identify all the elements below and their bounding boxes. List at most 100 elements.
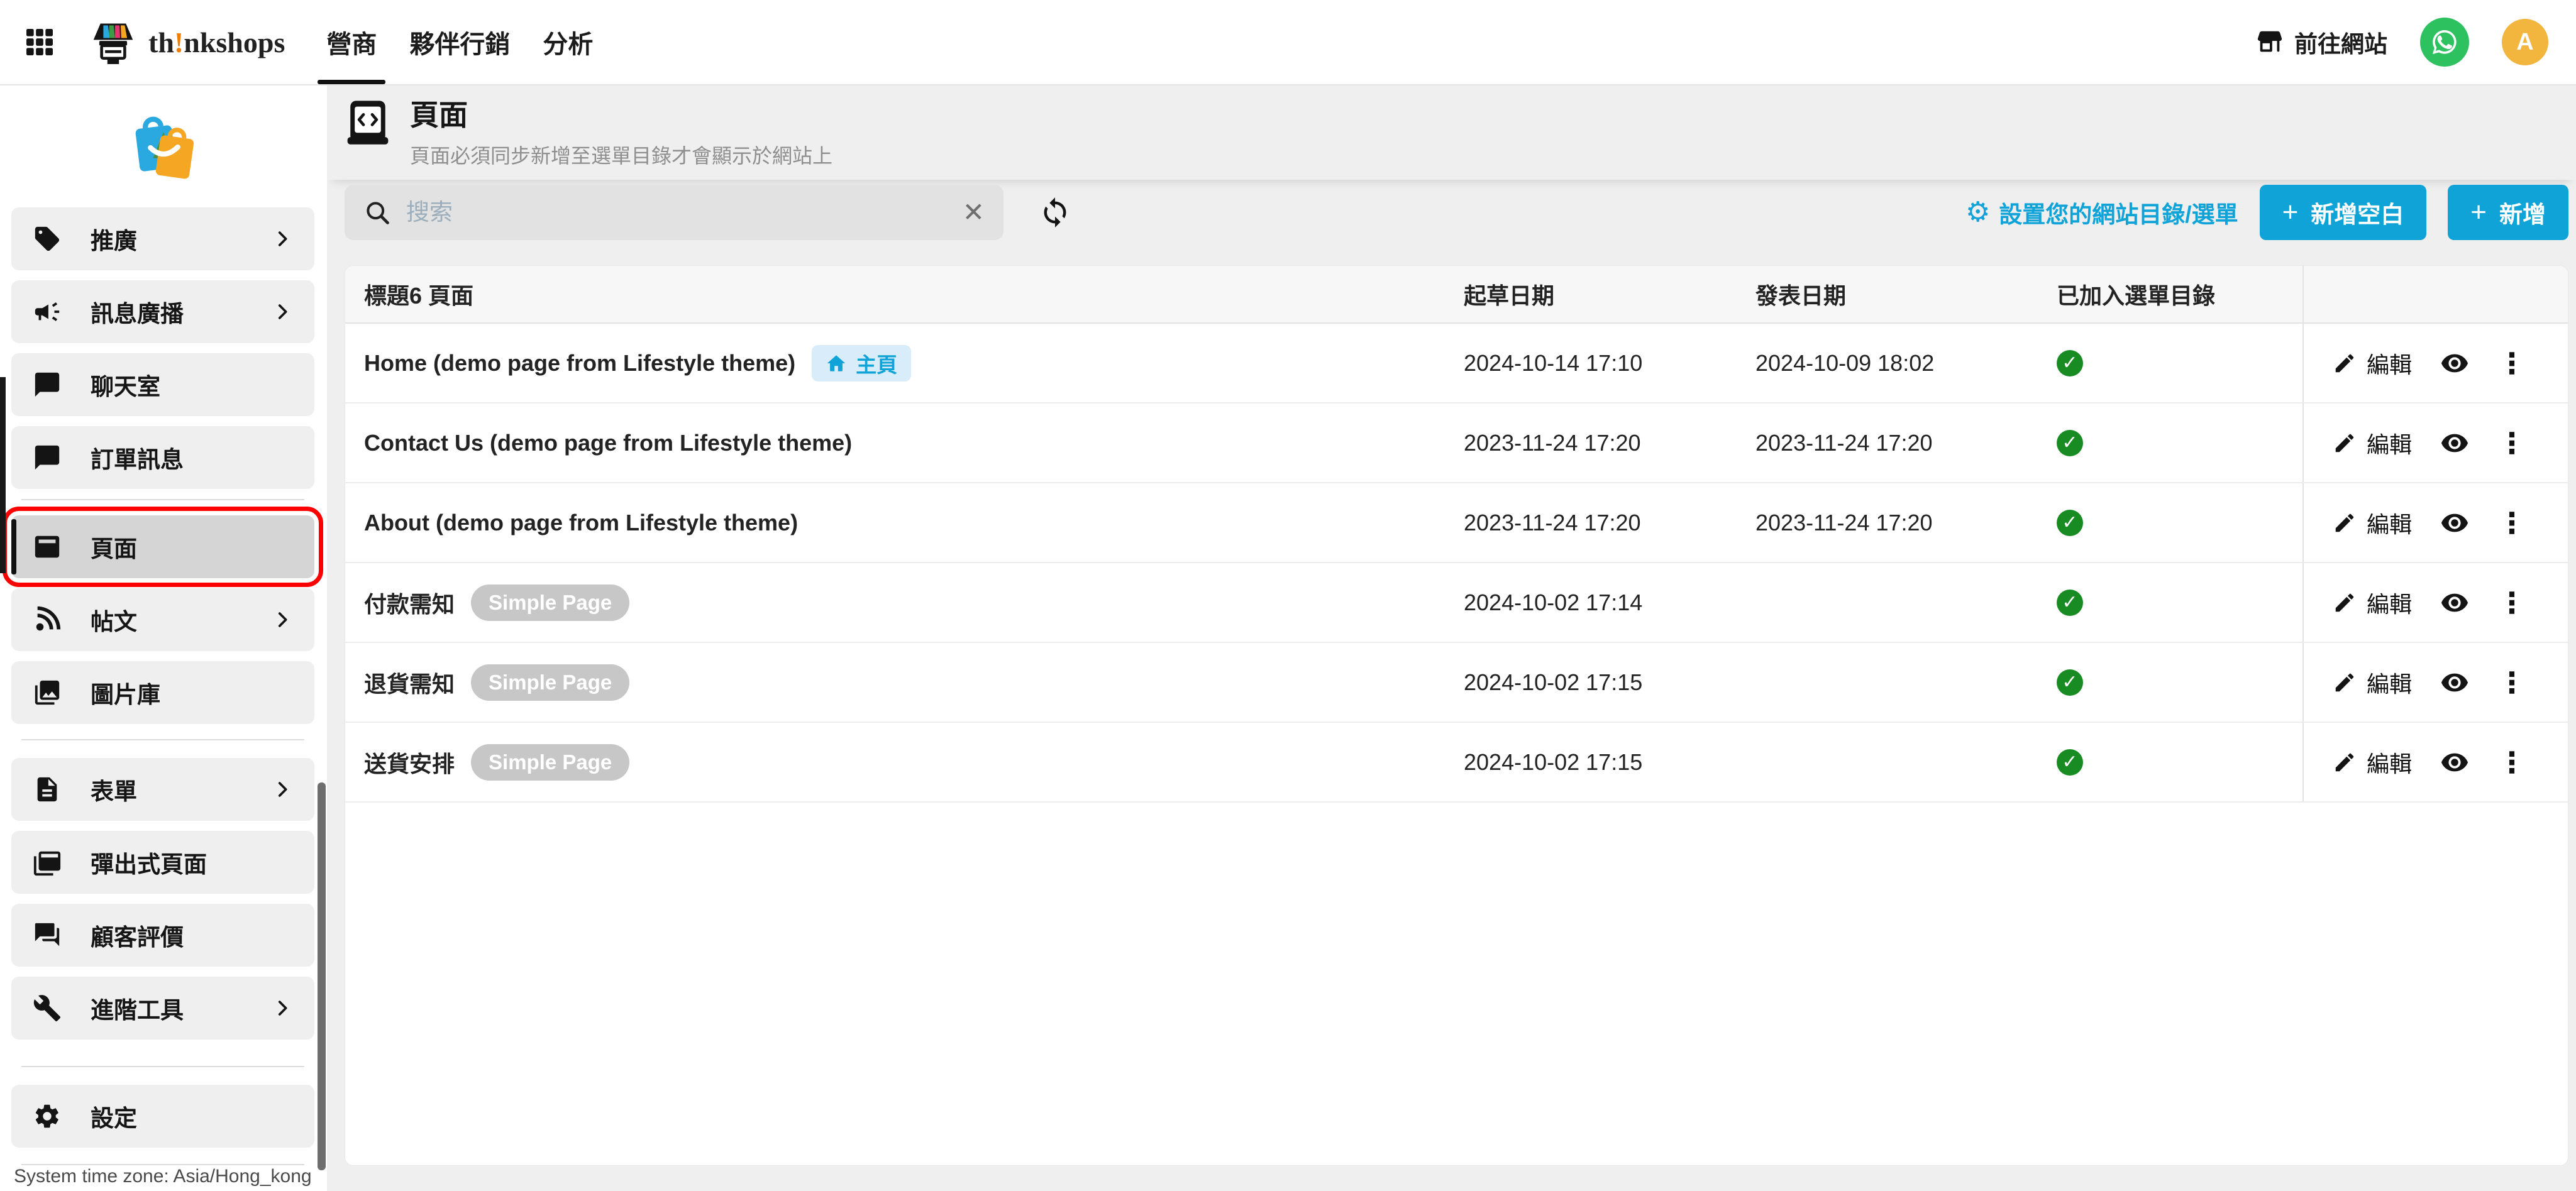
preview-eye-icon[interactable] bbox=[2440, 588, 2469, 617]
simple-page-badge: Simple Page bbox=[471, 744, 629, 781]
brand-name: th!nkshops bbox=[148, 26, 285, 59]
edit-label: 編輯 bbox=[2367, 746, 2412, 779]
actions-cell: 編輯 ⋮ bbox=[2302, 643, 2568, 722]
search-input[interactable] bbox=[405, 199, 963, 226]
page-row-title: Home (demo page from Lifestyle theme) bbox=[364, 350, 795, 376]
clear-search-icon[interactable]: ✕ bbox=[963, 199, 985, 226]
sidebar-item-image-library[interactable]: 圖片庫 bbox=[11, 661, 314, 724]
header-actions bbox=[2302, 266, 2568, 322]
shopping-bags-logo-icon bbox=[124, 107, 202, 185]
search-icon bbox=[363, 199, 391, 226]
in-menu-check-icon: ✓ bbox=[2057, 350, 2083, 376]
sidebar-item-posts[interactable]: 帖文 bbox=[11, 588, 314, 651]
sidebar-item-label: 顧客評價 bbox=[91, 918, 184, 952]
sidebar-item-popup-pages[interactable]: 彈出式頁面 bbox=[11, 831, 314, 894]
in-menu-cell: ✓ bbox=[2057, 590, 2302, 616]
page-row-title: Contact Us (demo page from Lifestyle the… bbox=[364, 430, 852, 456]
tag-icon bbox=[33, 224, 62, 253]
sidebar-item-customer-reviews[interactable]: 顧客評價 bbox=[11, 904, 314, 967]
add-button[interactable]: + 新增 bbox=[2448, 185, 2568, 240]
more-options-icon[interactable]: ⋮ bbox=[2497, 508, 2526, 537]
tab-analytics[interactable]: 分析 bbox=[526, 0, 609, 84]
setup-site-menu-link[interactable]: ⚙ 設置您的網站目錄/選單 bbox=[1965, 195, 2238, 229]
more-options-icon[interactable]: ⋮ bbox=[2497, 748, 2526, 777]
in-menu-cell: ✓ bbox=[2057, 430, 2302, 456]
image-library-icon bbox=[33, 678, 62, 707]
form-document-icon bbox=[33, 775, 62, 804]
sidebar-item-chatroom[interactable]: 聊天室 bbox=[11, 353, 314, 416]
sidebar: 推廣 訊息廣播 聊天室 訂單訊息 頁面 帖文 圖片庫 bbox=[0, 85, 327, 1191]
plus-icon: + bbox=[2470, 199, 2487, 226]
avatar-letter: A bbox=[2516, 29, 2533, 56]
edit-button[interactable]: 編輯 bbox=[2333, 507, 2412, 539]
more-options-icon[interactable]: ⋮ bbox=[2497, 349, 2526, 378]
header-draft-date: 起草日期 bbox=[1464, 278, 1755, 310]
chevron-right-icon bbox=[272, 997, 293, 1019]
edit-button[interactable]: 編輯 bbox=[2333, 427, 2412, 459]
add-blank-label: 新增空白 bbox=[2311, 195, 2404, 229]
go-to-website-link[interactable]: 前往網站 bbox=[2255, 25, 2387, 59]
sidebar-item-label: 帖文 bbox=[91, 603, 137, 637]
sidebar-scrollbar-thumb[interactable] bbox=[318, 782, 326, 1170]
chevron-right-icon bbox=[272, 301, 293, 322]
edit-label: 編輯 bbox=[2367, 666, 2412, 699]
edit-button[interactable]: 編輯 bbox=[2333, 347, 2412, 380]
page-row-title: 付款需知 bbox=[364, 586, 455, 619]
preview-eye-icon[interactable] bbox=[2440, 429, 2469, 458]
tab-business[interactable]: 營商 bbox=[310, 0, 393, 84]
pencil-icon bbox=[2333, 351, 2357, 375]
edit-button[interactable]: 編輯 bbox=[2333, 746, 2412, 779]
main-content: 頁面 頁面必須同步新增至選單目錄才會顯示於網站上 ✕ ⚙ 設置您的網站目錄/選單… bbox=[327, 85, 2576, 1191]
in-menu-check-icon: ✓ bbox=[2057, 430, 2083, 456]
add-blank-button[interactable]: + 新增空白 bbox=[2260, 185, 2427, 240]
preview-eye-icon[interactable] bbox=[2440, 508, 2469, 537]
actions-cell: 編輯 ⋮ bbox=[2302, 483, 2568, 562]
actions-cell: 編輯 ⋮ bbox=[2302, 324, 2568, 402]
user-avatar[interactable]: A bbox=[2502, 19, 2548, 65]
more-options-icon[interactable]: ⋮ bbox=[2497, 668, 2526, 697]
whatsapp-icon[interactable] bbox=[2420, 18, 2469, 67]
edit-label: 編輯 bbox=[2367, 427, 2412, 459]
preview-eye-icon[interactable] bbox=[2440, 349, 2469, 378]
sidebar-item-settings[interactable]: 設定 bbox=[11, 1085, 314, 1148]
more-options-icon[interactable]: ⋮ bbox=[2497, 588, 2526, 617]
edit-button[interactable]: 編輯 bbox=[2333, 666, 2412, 699]
draft-date: 2024-10-02 17:15 bbox=[1464, 749, 1755, 776]
home-icon bbox=[826, 353, 847, 374]
header-title: 標題6 頁面 bbox=[345, 278, 1464, 310]
popup-pages-icon bbox=[33, 848, 62, 877]
left-scrollbar-thumb[interactable] bbox=[0, 377, 6, 573]
in-menu-check-icon: ✓ bbox=[2057, 669, 2083, 696]
sidebar-item-promotions[interactable]: 推廣 bbox=[11, 207, 314, 270]
in-menu-cell: ✓ bbox=[2057, 669, 2302, 696]
sidebar-item-order-messages[interactable]: 訂單訊息 bbox=[11, 426, 314, 489]
page-row-title: About (demo page from Lifestyle theme) bbox=[364, 510, 798, 536]
sidebar-item-forms[interactable]: 表單 bbox=[11, 758, 314, 821]
tools-icon bbox=[33, 994, 62, 1023]
sidebar-item-broadcast[interactable]: 訊息廣播 bbox=[11, 280, 314, 343]
chevron-right-icon bbox=[272, 779, 293, 800]
page-row-title: 退貨需知 bbox=[364, 666, 455, 699]
edit-label: 編輯 bbox=[2367, 586, 2412, 619]
sidebar-item-label: 設定 bbox=[91, 1099, 137, 1133]
page-subtitle: 頁面必須同步新增至選單目錄才會顯示於網站上 bbox=[410, 140, 832, 169]
tab-affiliate-marketing[interactable]: 夥伴行銷 bbox=[393, 0, 526, 84]
table-header-row: 標題6 頁面 起草日期 發表日期 已加入選單目錄 bbox=[345, 266, 2568, 324]
draft-date: 2023-11-24 17:20 bbox=[1464, 510, 1755, 536]
toolbar: ✕ ⚙ 設置您的網站目錄/選單 + 新增空白 + 新增 bbox=[345, 185, 2568, 240]
sidebar-item-pages[interactable]: 頁面 bbox=[11, 515, 314, 578]
app-grid-icon[interactable] bbox=[20, 23, 59, 62]
thinkshops-logo[interactable]: th!nkshops bbox=[84, 13, 285, 71]
sidebar-item-advanced-tools[interactable]: 進階工具 bbox=[11, 977, 314, 1040]
preview-eye-icon[interactable] bbox=[2440, 668, 2469, 697]
publish-date: 2023-11-24 17:20 bbox=[1755, 430, 2057, 456]
in-menu-check-icon: ✓ bbox=[2057, 749, 2083, 776]
more-options-icon[interactable]: ⋮ bbox=[2497, 429, 2526, 458]
pencil-icon bbox=[2333, 591, 2357, 615]
sidebar-item-label: 訂單訊息 bbox=[91, 441, 184, 475]
edit-button[interactable]: 編輯 bbox=[2333, 586, 2412, 619]
search-box: ✕ bbox=[345, 185, 1003, 240]
refresh-icon[interactable] bbox=[1039, 196, 1071, 229]
toolbar-right-group: ⚙ 設置您的網站目錄/選單 + 新增空白 + 新增 bbox=[1965, 185, 2568, 240]
preview-eye-icon[interactable] bbox=[2440, 748, 2469, 777]
